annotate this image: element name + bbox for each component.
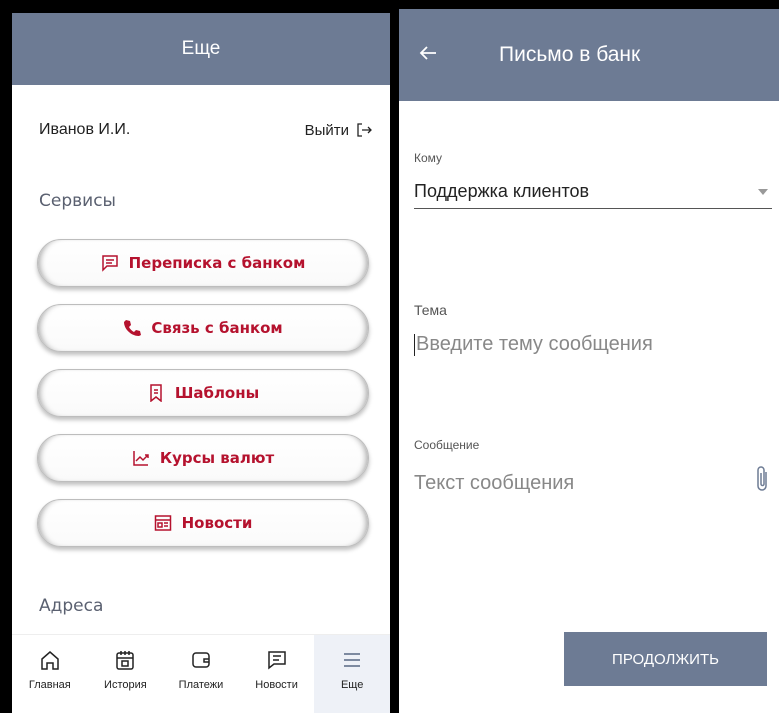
chat-icon xyxy=(267,651,286,670)
nav-home[interactable]: Главная xyxy=(12,635,88,713)
service-chat-button[interactable]: Переписка с банком xyxy=(37,239,369,287)
subject-placeholder: Введите тему сообщения xyxy=(416,333,653,355)
calendar-icon xyxy=(116,651,135,670)
chat-icon xyxy=(101,255,118,272)
logout-label: Выйти xyxy=(304,121,349,139)
menu-icon xyxy=(344,653,361,667)
nav-label: История xyxy=(104,679,147,691)
nav-news[interactable]: Новости xyxy=(239,635,315,713)
nav-label: Главная xyxy=(28,679,71,691)
message-input[interactable]: Текст сообщения xyxy=(414,472,744,495)
service-templates-button[interactable]: Шаблоны xyxy=(37,369,369,417)
nav-more[interactable]: Еще xyxy=(314,635,390,713)
service-news-button[interactable]: Новости xyxy=(37,499,369,547)
service-label: Связь с банком xyxy=(151,319,283,337)
message-placeholder: Текст сообщения xyxy=(414,472,575,494)
services-title: Сервисы xyxy=(39,191,116,211)
more-header: Еще xyxy=(12,13,390,85)
page-title: Письмо в банк xyxy=(499,43,641,66)
nav-label: Новости xyxy=(255,679,298,691)
service-label: Новости xyxy=(181,514,253,532)
letter-screen: Письмо в банк Кому Поддержка клиентов Те… xyxy=(399,9,779,713)
service-label: Переписка с банком xyxy=(128,254,306,272)
logout-button[interactable]: Выйти xyxy=(305,122,372,139)
bottom-nav: Главная История Платежи Новости Еще xyxy=(12,634,390,713)
nav-payments[interactable]: Платежи xyxy=(163,635,239,713)
chart-icon xyxy=(133,451,149,466)
service-label: Курсы валют xyxy=(159,449,275,467)
user-name: Иванов И.И. xyxy=(39,121,131,138)
news-icon xyxy=(154,515,171,531)
back-arrow-icon[interactable] xyxy=(419,42,437,68)
letter-header: Письмо в банк xyxy=(399,9,779,101)
continue-label: ПРОДОЛЖИТЬ xyxy=(612,650,719,668)
subject-label: Тема xyxy=(414,302,447,318)
bookmark-icon xyxy=(150,384,162,402)
service-call-button[interactable]: Связь с банком xyxy=(37,304,369,352)
wallet-icon xyxy=(192,652,210,668)
service-rates-button[interactable]: Курсы валют xyxy=(37,434,369,482)
nav-history[interactable]: История xyxy=(88,635,164,713)
user-row: Иванов И.И. Выйти xyxy=(39,121,372,139)
dropdown-caret-icon xyxy=(758,189,768,200)
nav-label: Еще xyxy=(340,679,364,691)
paperclip-icon[interactable] xyxy=(754,464,770,494)
message-label: Сообщение xyxy=(414,438,480,452)
continue-button[interactable]: ПРОДОЛЖИТЬ xyxy=(564,632,767,686)
recipient-select[interactable]: Поддержка клиентов xyxy=(414,181,772,209)
phone-icon xyxy=(124,320,142,336)
home-icon xyxy=(41,651,59,670)
addresses-title: Адреса xyxy=(39,596,104,616)
more-screen: Еще Иванов И.И. Выйти Сервисы Переписка … xyxy=(12,13,390,713)
text-cursor xyxy=(414,333,415,356)
subject-input[interactable]: Введите тему сообщения xyxy=(414,333,653,356)
nav-label: Платежи xyxy=(178,679,224,691)
service-label: Шаблоны xyxy=(174,384,260,402)
logout-icon xyxy=(357,123,372,137)
recipient-value: Поддержка клиентов xyxy=(414,181,590,201)
page-title: Еще xyxy=(181,38,221,59)
to-label: Кому xyxy=(414,151,443,165)
